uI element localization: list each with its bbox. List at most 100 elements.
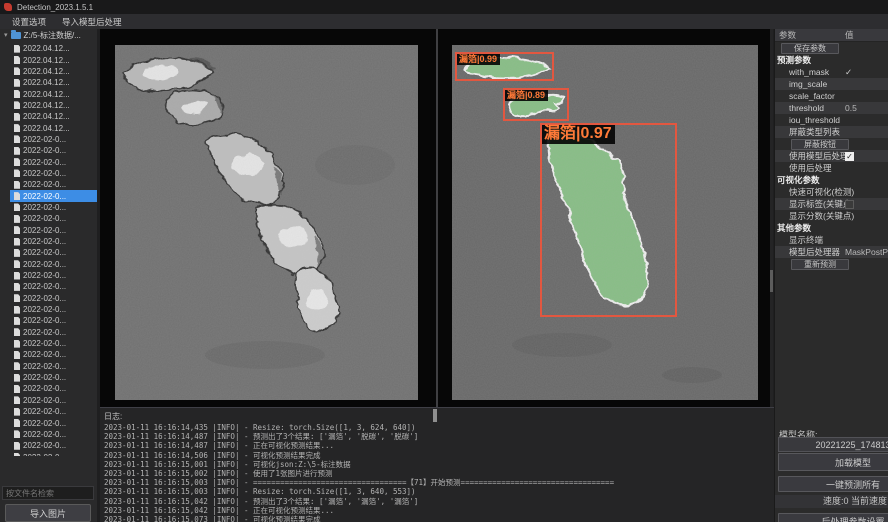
param-label: 使用后处理	[789, 162, 832, 174]
tree-item[interactable]: 2022-02-0...	[10, 259, 97, 270]
import-images-button[interactable]: 导入图片	[5, 504, 91, 522]
param-row[interactable]: 显示标签(关键点)	[775, 198, 888, 210]
load-model-button[interactable]: 加载模型	[778, 453, 888, 471]
tree-item[interactable]: 2022-02-0...	[10, 213, 97, 224]
file-icon	[14, 124, 20, 132]
log-line: 2023-01-11 16:16:15,003 |INFO| - Resize:…	[100, 487, 774, 496]
tree-item[interactable]: 2022.04.12...	[10, 66, 97, 77]
param-button[interactable]: 保存参数	[781, 43, 839, 54]
tree-item[interactable]: 2022-02-0...	[10, 451, 97, 456]
tree-item[interactable]: 2022-02-0...	[10, 372, 97, 383]
param-label: with_mask	[789, 67, 829, 77]
tree-item-label: 2022.04.12...	[23, 67, 70, 76]
file-icon	[14, 283, 20, 291]
file-icon	[14, 79, 20, 87]
tree-item[interactable]: 2022.04.12...	[10, 43, 97, 54]
tree-item[interactable]: 2022-02-0...	[10, 383, 97, 394]
tree-item[interactable]: 2022-02-0...	[10, 145, 97, 156]
file-icon	[14, 192, 20, 200]
tree-item[interactable]: 2022-02-0...	[10, 315, 97, 326]
postprocess-settings-button[interactable]: 后处理参数设置	[778, 513, 888, 522]
tree-item[interactable]: 2022-02-0...	[10, 429, 97, 440]
detection-overlay: 漏箔|0.99漏箔|0.89漏箔|0.97	[452, 45, 758, 400]
param-section-title: 预测参数	[775, 54, 888, 66]
tree-item-label: 2022-02-0...	[23, 339, 66, 348]
tree-item[interactable]: 2022-02-0...	[10, 225, 97, 236]
tree-item[interactable]: 2022-02-0...	[10, 406, 97, 417]
file-icon	[14, 385, 20, 393]
tree-item[interactable]: 2022-02-0...	[10, 168, 97, 179]
params-scrollbar-track[interactable]	[770, 29, 773, 407]
param-row[interactable]: 快速可视化(检测)	[775, 186, 888, 198]
param-row[interactable]: 显示终端	[775, 234, 888, 246]
param-row[interactable]: 使用后处理	[775, 162, 888, 174]
tree-item[interactable]: 2022-02-0...	[10, 327, 97, 338]
param-checkbox[interactable]: ✓	[845, 152, 854, 161]
tree-item[interactable]: 2022-02-0...	[10, 156, 97, 167]
file-icon	[14, 56, 20, 64]
tree-item[interactable]: 2022.04.12...	[10, 100, 97, 111]
tree-item[interactable]: 2022-02-0...	[10, 202, 97, 213]
params-scrollbar-thumb[interactable]	[770, 270, 773, 292]
tree-item-label: 2022-02-0...	[23, 328, 66, 337]
log-line: 2023-01-11 16:16:15,042 |INFO| - 预测出了3个结…	[100, 497, 774, 506]
prediction-image-panel[interactable]: 漏箔|0.99漏箔|0.89漏箔|0.97	[452, 45, 758, 400]
file-icon	[14, 169, 20, 177]
tree-item[interactable]: 2022-02-0...	[10, 236, 97, 247]
tree-item[interactable]: 2022-02-0...	[10, 338, 97, 349]
tree-item[interactable]: 2022-02-0...	[10, 190, 97, 201]
param-checkbox[interactable]	[845, 200, 854, 209]
tree-item[interactable]: 2022.04.12...	[10, 111, 97, 122]
predict-all-button[interactable]: 一键预测所有	[778, 476, 888, 492]
file-icon	[14, 453, 20, 456]
model-name-field[interactable]: 20221225_174813	[778, 437, 888, 452]
file-icon	[14, 101, 20, 109]
menu-item-import-model-postprocess[interactable]: 导入模型后处理	[54, 15, 130, 29]
log-scrollbar[interactable]	[433, 409, 437, 422]
tree-item[interactable]: 2022-02-0...	[10, 247, 97, 258]
tree-item-label: 2022.04.12...	[23, 90, 70, 99]
original-image-panel[interactable]	[115, 45, 418, 400]
tree-item[interactable]: 2022-02-0...	[10, 134, 97, 145]
params-header: 参数 值	[775, 29, 888, 42]
tree-item[interactable]: 2022-02-0...	[10, 293, 97, 304]
tree-item[interactable]: 2022-02-0...	[10, 395, 97, 406]
tree-item[interactable]: 2022.04.12...	[10, 77, 97, 88]
tree-root-label: Z:/5-标注数据/...	[24, 30, 81, 41]
param-row[interactable]: 模型后处理器MaskPostPro	[775, 246, 888, 258]
menu-item-settings[interactable]: 设置选项	[4, 15, 54, 29]
file-icon	[14, 306, 20, 314]
param-button[interactable]: 屏蔽按钮	[791, 139, 849, 150]
tree-root-folder[interactable]: ▾ Z:/5-标注数据/...	[0, 29, 97, 42]
tree-item[interactable]: 2022.04.12...	[10, 88, 97, 99]
param-row[interactable]: threshold0.5	[775, 102, 888, 114]
tree-item[interactable]: 2022-02-0...	[10, 361, 97, 372]
tree-item-label: 2022-02-0...	[23, 158, 66, 167]
tree-item[interactable]: 2022-02-0...	[10, 349, 97, 360]
tree-item[interactable]: 2022.04.12...	[10, 54, 97, 65]
log-line: 2023-01-11 16:16:14,487 |INFO| - 正在可视化预测…	[100, 441, 774, 450]
folder-icon	[11, 32, 21, 39]
param-row[interactable]: with_mask✓	[775, 66, 888, 78]
speed-status: 速度:0 当前速度	[775, 495, 888, 508]
tree-item[interactable]: 2022-02-0...	[10, 179, 97, 190]
search-input[interactable]	[2, 486, 94, 500]
param-row[interactable]: img_scale	[775, 78, 888, 90]
param-row[interactable]: 使用模型后处理✓	[775, 150, 888, 162]
panel-divider	[436, 29, 438, 407]
tree-item[interactable]: 2022-02-0...	[10, 281, 97, 292]
file-icon	[14, 158, 20, 166]
param-row[interactable]: iou_threshold	[775, 114, 888, 126]
param-row[interactable]: 屏蔽类型列表	[775, 126, 888, 138]
tree-item[interactable]: 2022.04.12...	[10, 122, 97, 133]
log-panel[interactable]: 日志: 2023-01-11 16:16:14,435 |INFO| - Res…	[100, 407, 774, 522]
param-row[interactable]: scale_factor	[775, 90, 888, 102]
param-label: iou_threshold	[789, 115, 840, 125]
param-button[interactable]: 重新预测	[791, 259, 849, 270]
tree-item[interactable]: 2022-02-0...	[10, 304, 97, 315]
tree-item[interactable]: 2022-02-0...	[10, 417, 97, 428]
tree-item[interactable]: 2022-02-0...	[10, 440, 97, 451]
tree-item-label: 2022-02-0...	[23, 316, 66, 325]
param-row[interactable]: 显示分数(关键点)	[775, 210, 888, 222]
tree-item[interactable]: 2022-02-0...	[10, 270, 97, 281]
